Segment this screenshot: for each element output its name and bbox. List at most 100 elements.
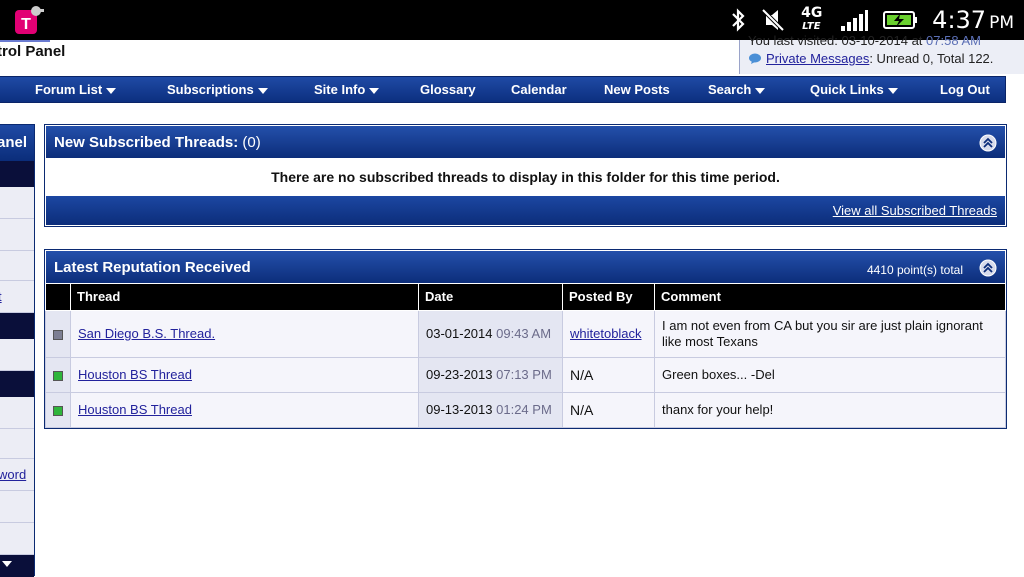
chevron-down-icon (887, 87, 898, 94)
posted-by-cell: N/A (562, 356, 655, 393)
time-value: 01:24 PM (496, 402, 552, 417)
thread-cell: Houston BS Thread (70, 391, 419, 428)
table-row: Houston BS Thread 09-23-2013 07:13 PM N/… (45, 356, 1006, 393)
sidebar-item[interactable] (0, 187, 34, 219)
nav-quick-links-label: Quick Links (810, 82, 884, 97)
private-messages-counts: : Unread 0, Total 122. (869, 51, 994, 66)
battery-charging-icon (883, 11, 918, 29)
network-type-indicator: 4G LTE (800, 4, 826, 36)
collapse-icon[interactable] (979, 134, 997, 152)
reputation-positive-icon (53, 405, 63, 416)
sidebar-item[interactable] (0, 523, 34, 555)
sidebar-section-header (0, 161, 34, 187)
nav-subscriptions-label: Subscriptions (167, 82, 254, 97)
nav-log-out[interactable]: Log Out (940, 77, 990, 102)
rep-cell (45, 309, 71, 358)
thread-link[interactable]: San Diego B.S. Thread. (78, 326, 215, 341)
chevron-down-icon (755, 87, 766, 94)
comment-cell: thanx for your help! (654, 391, 1006, 428)
welcome-box: You last visited: 03-10-2014 at 07:58 AM… (739, 33, 1024, 74)
posted-by-cell: N/A (562, 391, 655, 428)
nav-site-info[interactable]: Site Info (314, 77, 380, 102)
nav-subscriptions[interactable]: Subscriptions (167, 77, 268, 102)
posted-by-link[interactable]: whitetoblack (570, 326, 642, 341)
last-visited-label: You last visited: 03-10-2014 at (748, 33, 923, 48)
date-value: 09-13-2013 (426, 402, 493, 417)
sidebar-item[interactable] (0, 491, 34, 523)
nav-new-posts[interactable]: New Posts (604, 77, 670, 102)
chevron-down-icon (257, 87, 268, 94)
nav-calendar[interactable]: Calendar (511, 77, 567, 102)
sidebar-item[interactable]: t (0, 281, 34, 313)
sidebar-item[interactable] (0, 429, 34, 459)
reputation-neutral-icon (53, 329, 63, 340)
time-value: 09:43 AM (496, 326, 552, 341)
time-value: 07:13 PM (496, 367, 552, 382)
subscribed-threads-count: (0) (242, 134, 261, 151)
chevron-down-icon (369, 87, 380, 94)
column-header-thread: Thread (70, 284, 419, 311)
view-all-subscribed-threads-link[interactable]: View all Subscribed Threads (833, 203, 997, 218)
private-messages-link[interactable]: Private Messages (766, 51, 869, 66)
table-row: Houston BS Thread 09-13-2013 01:24 PM N/… (45, 391, 1006, 428)
svg-text:T: T (21, 16, 31, 33)
posted-by-cell: whitetoblack (562, 309, 655, 358)
clock: 4:37 PM (932, 6, 1014, 34)
last-visited-time: 07:58 AM (926, 33, 981, 48)
sidebar-header-label: anel (0, 134, 28, 151)
reputation-panel: Latest Reputation Received 4410 point(s)… (44, 249, 1007, 429)
last-visited-info: You last visited: 03-10-2014 at 07:58 AM (748, 33, 981, 48)
reputation-table: Thread Date Posted By Comment San Diego … (45, 284, 1006, 428)
sidebar-section-header (0, 555, 34, 577)
subscribed-threads-panel: New Subscribed Threads: (0) There are no… (44, 124, 1007, 227)
sidebar-item[interactable] (0, 339, 34, 371)
nav-search-label: Search (708, 82, 752, 97)
reputation-points-total: 4410 point(s) total (866, 263, 963, 277)
header-accent-line (0, 40, 50, 42)
clock-time: 4:37 (932, 6, 987, 34)
private-messages-icon (749, 53, 761, 64)
tmobile-notification-icon: T (15, 6, 44, 34)
nav-forum-list-label: Forum List (35, 82, 103, 97)
collapse-icon[interactable] (979, 259, 997, 277)
sidebar-item[interactable] (0, 251, 34, 281)
thread-cell: Houston BS Thread (70, 356, 419, 393)
nav-search[interactable]: Search (708, 77, 766, 102)
nav-site-info-label: Site Info (314, 82, 366, 97)
clock-ampm: PM (989, 13, 1014, 33)
column-header-posted-by: Posted By (562, 284, 655, 311)
sidebar-link-password[interactable]: word (0, 467, 26, 482)
date-value: 09-23-2013 (426, 367, 493, 382)
nav-forum-list[interactable]: Forum List (35, 77, 117, 102)
subscribed-threads-header: New Subscribed Threads: (0) (45, 125, 1006, 159)
network-4g-label: 4G (801, 5, 823, 21)
comment-cell: I am not even from CA but you sir are ju… (654, 309, 1006, 358)
date-cell: 03-01-2014 09:43 AM (418, 309, 563, 358)
thread-link[interactable]: Houston BS Thread (78, 402, 192, 417)
sidebar-section-header (0, 313, 34, 339)
column-header-icon (45, 284, 71, 311)
main-navbar: Forum List Subscriptions Site Info Gloss… (0, 76, 1006, 103)
rep-cell (45, 391, 71, 428)
reputation-table-header: Thread Date Posted By Comment (45, 284, 1006, 311)
control-panel-sidebar: anel t word (0, 124, 35, 577)
sidebar-section-header (0, 371, 34, 397)
sidebar-item[interactable] (0, 397, 34, 429)
date-value: 03-01-2014 (426, 326, 493, 341)
subscribed-threads-title: New Subscribed Threads: (0) (54, 134, 261, 151)
nav-quick-links[interactable]: Quick Links (810, 77, 898, 102)
sidebar-item[interactable]: word (0, 459, 34, 491)
date-cell: 09-13-2013 01:24 PM (418, 391, 563, 428)
no-threads-message: There are no subscribed threads to displ… (45, 159, 1006, 195)
rep-cell (45, 356, 71, 393)
network-lte-label: LTE (802, 21, 821, 32)
subscribed-threads-title-label: New Subscribed Threads: (54, 134, 239, 151)
column-header-date: Date (418, 284, 563, 311)
sidebar-link[interactable]: t (0, 289, 2, 304)
sidebar-item[interactable] (0, 219, 34, 251)
bluetooth-icon (732, 8, 745, 32)
nav-glossary[interactable]: Glossary (420, 77, 476, 102)
date-cell: 09-23-2013 07:13 PM (418, 356, 563, 393)
thread-link[interactable]: Houston BS Thread (78, 367, 192, 382)
subscribed-threads-footer: View all Subscribed Threads (45, 195, 1006, 226)
